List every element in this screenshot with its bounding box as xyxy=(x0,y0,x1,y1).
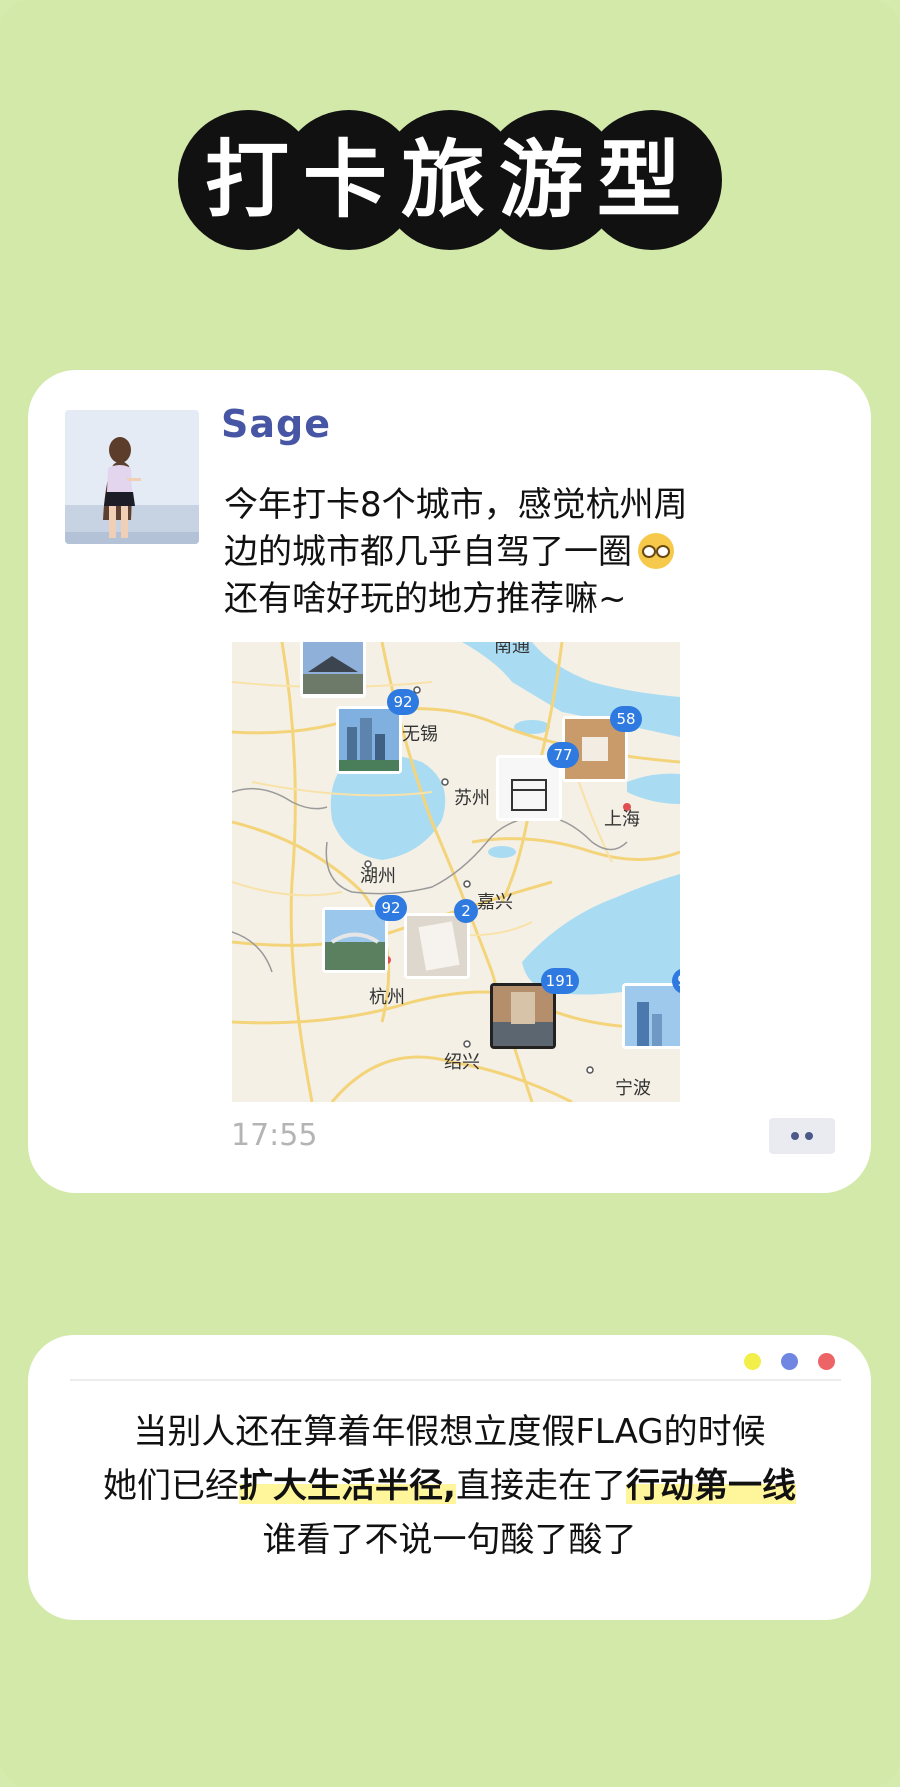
caption-card: 当别人还在算着年假想立度假FLAG的时候 她们已经扩大生活半径,直接走在了行动第… xyxy=(28,1335,871,1620)
window-dots xyxy=(744,1353,835,1370)
timestamp: 17:55 xyxy=(231,1118,318,1153)
title-badge: 打卡旅游型 xyxy=(178,110,722,250)
map-image[interactable]: 南通 无锡 苏州 上海 湖州 嘉兴 杭州 绍兴 宁波 92 58 77 92 2… xyxy=(232,642,680,1102)
map-canvas: 南通 无锡 苏州 上海 湖州 嘉兴 杭州 绍兴 宁波 92 58 77 92 2… xyxy=(232,642,680,1102)
message-line: 边的城市都几乎自驾了一圈 xyxy=(224,529,784,576)
map-label: 宁波 xyxy=(615,1078,651,1099)
count-badge: 92 xyxy=(381,899,400,917)
more-dots-icon xyxy=(791,1132,799,1140)
chat-card: Sage 今年打卡8个城市，感觉杭州周 边的城市都几乎自驾了一圈 还有啥好玩的地… xyxy=(28,370,871,1193)
message-line: 还有啥好玩的地方推荐嘛~ xyxy=(224,579,627,619)
red-dot-icon xyxy=(818,1353,835,1370)
highlight-text: 行动第一线 xyxy=(625,1466,796,1506)
map-label: 杭州 xyxy=(369,987,405,1008)
photo-pin[interactable] xyxy=(300,642,366,698)
photo-pin[interactable] xyxy=(622,983,680,1049)
map-label: 苏州 xyxy=(454,788,490,809)
exploding-head-emoji-icon xyxy=(638,533,674,569)
avatar[interactable] xyxy=(65,410,199,544)
avatar-image xyxy=(65,410,199,544)
caption-text: 当别人还在算着年假想立度假FLAG的时候 她们已经扩大生活半径,直接走在了行动第… xyxy=(28,1405,871,1567)
message-line-text: 边的城市都几乎自驾了一圈 xyxy=(224,532,632,572)
map-label: 上海 xyxy=(604,809,640,830)
map-label: 绍兴 xyxy=(444,1052,480,1073)
username[interactable]: Sage xyxy=(221,402,331,446)
page-title: 打卡旅游型 xyxy=(204,130,695,229)
map-label: 南通 xyxy=(494,642,530,657)
count-badge: 2 xyxy=(461,902,471,920)
yellow-dot-icon xyxy=(744,1353,761,1370)
photo-pin[interactable] xyxy=(404,913,470,979)
caption-line: 她们已经扩大生活半径,直接走在了行动第一线 xyxy=(28,1459,871,1513)
count-badge: 92 xyxy=(393,693,412,711)
count-badge: 9 xyxy=(677,972,680,990)
map-label: 嘉兴 xyxy=(477,892,513,913)
highlight-text: 扩大生活半径, xyxy=(239,1466,456,1506)
caption-segment: 她们已经 xyxy=(103,1466,240,1506)
message-line: 今年打卡8个城市，感觉杭州周 xyxy=(224,485,688,525)
photo-pin[interactable] xyxy=(322,907,388,973)
caption-line: 当别人还在算着年假想立度假FLAG的时候 xyxy=(133,1412,766,1452)
caption-segment: 直接走在了 xyxy=(455,1466,626,1506)
more-dots-icon xyxy=(805,1132,813,1140)
blue-dot-icon xyxy=(781,1353,798,1370)
count-badge: 191 xyxy=(546,972,575,990)
more-options-button[interactable] xyxy=(769,1118,835,1154)
photo-pin[interactable] xyxy=(490,983,556,1049)
map-label: 无锡 xyxy=(402,724,438,745)
count-badge: 58 xyxy=(616,710,635,728)
message-text: 今年打卡8个城市，感觉杭州周 边的城市都几乎自驾了一圈 还有啥好玩的地方推荐嘛~ xyxy=(224,482,784,623)
caption-line: 谁看了不说一句酸了酸了 xyxy=(262,1520,637,1560)
map-label: 湖州 xyxy=(360,866,396,887)
count-badge: 77 xyxy=(553,746,572,764)
divider xyxy=(70,1379,841,1381)
photo-pin[interactable] xyxy=(336,706,402,774)
